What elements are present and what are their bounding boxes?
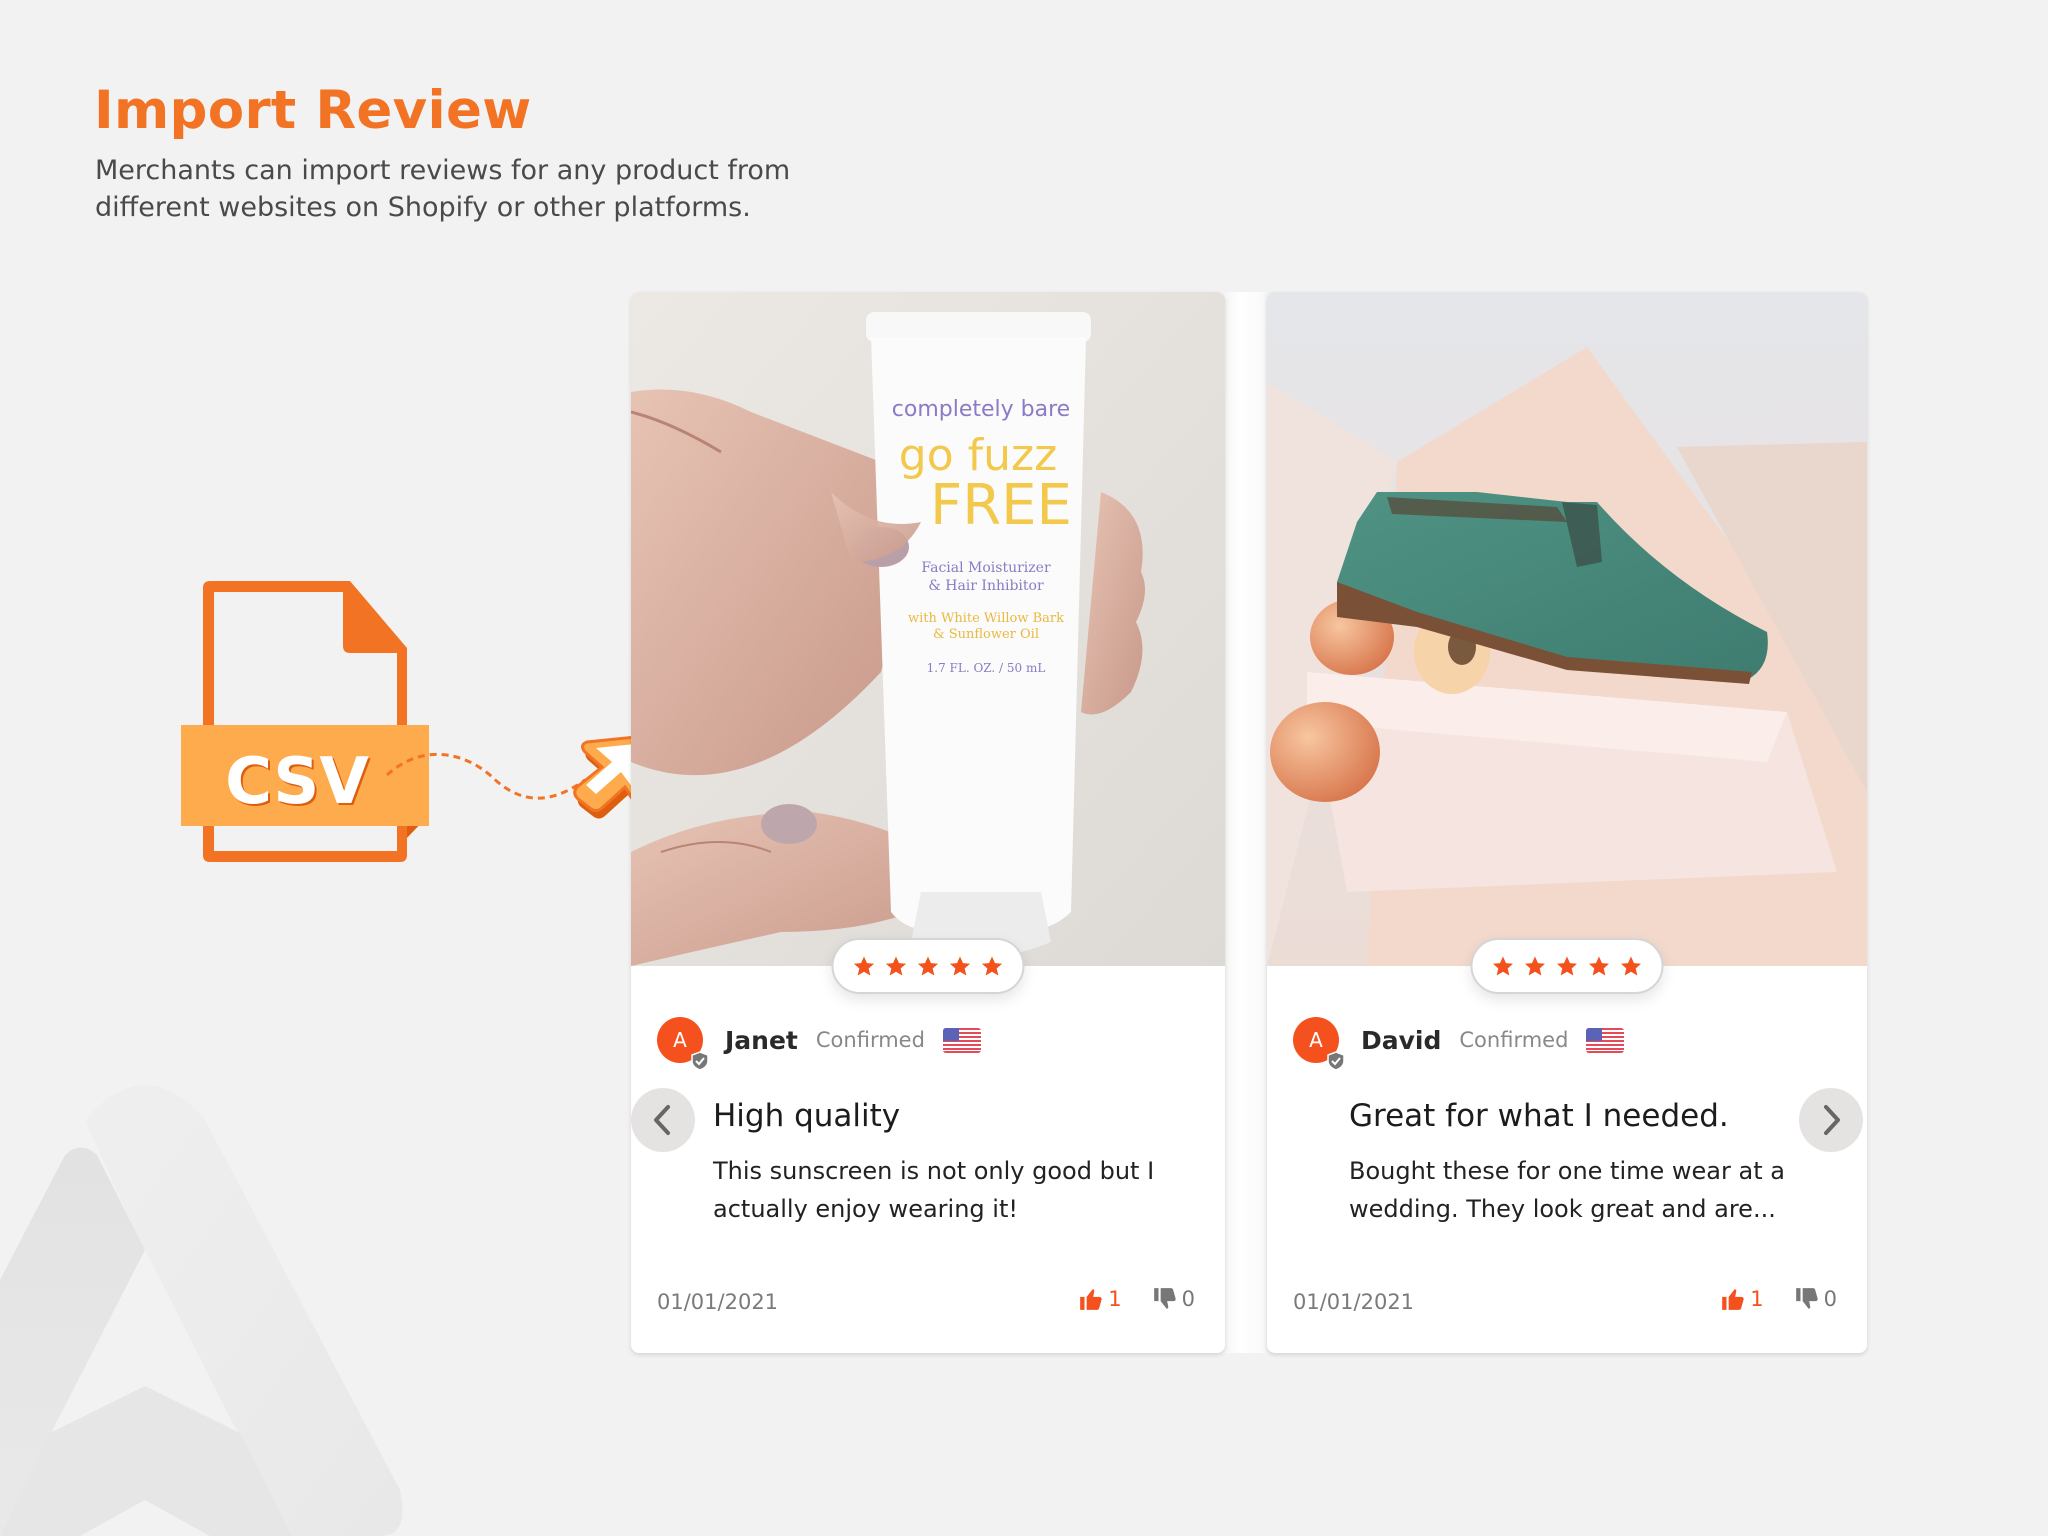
product-image [1267,292,1867,966]
product-desc4: & Sunflower Oil [933,627,1039,642]
verified-status: Confirmed [1459,1028,1569,1052]
dislike-count: 0 [1181,1287,1195,1311]
star-icon [853,955,875,976]
star-rating [1470,938,1664,994]
carousel-prev-button[interactable] [631,1088,695,1152]
avatar-initial: A [1309,1028,1323,1052]
product-brand: completely bare [892,397,1070,422]
reviewer-info: A David Confirmed [1293,1016,1625,1071]
thumbs-down-icon [1795,1288,1818,1309]
star-icon [1492,955,1514,976]
product-desc3: with White Willow Bark [908,611,1064,626]
like-button[interactable]: 1 [1078,1286,1122,1312]
product-size: 1.7 FL. OZ. / 50 mL [927,661,1046,675]
carousel-next-button[interactable] [1799,1088,1863,1152]
star-icon [1524,955,1546,976]
csv-label: CSV [225,745,369,819]
like-button[interactable]: 1 [1720,1286,1764,1312]
review-date: 01/01/2021 [1293,1290,1415,1314]
chevron-left-icon [654,1105,670,1135]
reviewer-name: David [1361,1025,1442,1055]
csv-import-illustration: CSV CSV [181,581,670,862]
review-votes: 1 0 [1720,1286,1837,1312]
reviewer-name: Janet [725,1025,798,1055]
reviewer-info: A Janet Confirmed [657,1016,981,1071]
dislike-button[interactable]: 0 [1152,1286,1195,1312]
star-icon [1556,955,1578,976]
verified-shield-icon [691,1051,709,1071]
page-subtitle: Merchants can import reviews for any pro… [95,155,791,223]
review-body: This sunscreen is not only good but I ac… [713,1157,1155,1223]
review-body: Bought these for one time wear at a wedd… [1349,1157,1785,1223]
verified-status: Confirmed [815,1028,925,1052]
product-line2: FREE [930,473,1072,538]
avatar-initial: A [673,1028,687,1052]
review-card: completely bare go fuzz FREE Facial Mois… [631,292,1225,1353]
verified-shield-icon [1327,1051,1345,1071]
like-count: 1 [1108,1287,1122,1311]
review-card: A David Confirmed Great for what I neede… [1267,292,1867,1353]
review-votes: 1 0 [1078,1286,1195,1312]
thumbs-up-icon [1722,1289,1744,1310]
avatar: A [1293,1017,1345,1071]
review-title: Great for what I needed. [1349,1098,1729,1134]
chevron-right-icon [1824,1105,1840,1135]
us-flag-icon [942,1027,981,1053]
star-icon [1620,955,1642,976]
product-image: completely bare go fuzz FREE Facial Mois… [631,292,1225,966]
carousel-stack-edge [1222,292,1272,1353]
like-count: 1 [1750,1287,1764,1311]
review-title: High quality [713,1098,901,1134]
star-icon [981,955,1003,976]
thumbs-up-icon [1080,1289,1102,1310]
avatar: A [657,1017,709,1071]
csv-file-icon: CSV CSV [181,581,429,862]
page-title: Import Review [94,80,532,141]
star-icon [917,955,939,976]
star-icon [885,955,907,976]
us-flag-icon [1586,1027,1625,1053]
thumbs-down-icon [1153,1288,1176,1309]
review-date: 01/01/2021 [657,1290,779,1314]
star-icon [1588,955,1610,976]
star-rating [831,938,1025,994]
dislike-count: 0 [1823,1287,1837,1311]
product-desc1: Facial Moisturizer [921,560,1051,576]
star-icon [949,955,971,976]
brand-logo-watermark [0,1085,403,1536]
product-desc2: & Hair Inhibitor [928,578,1044,594]
dislike-button[interactable]: 0 [1794,1286,1837,1312]
